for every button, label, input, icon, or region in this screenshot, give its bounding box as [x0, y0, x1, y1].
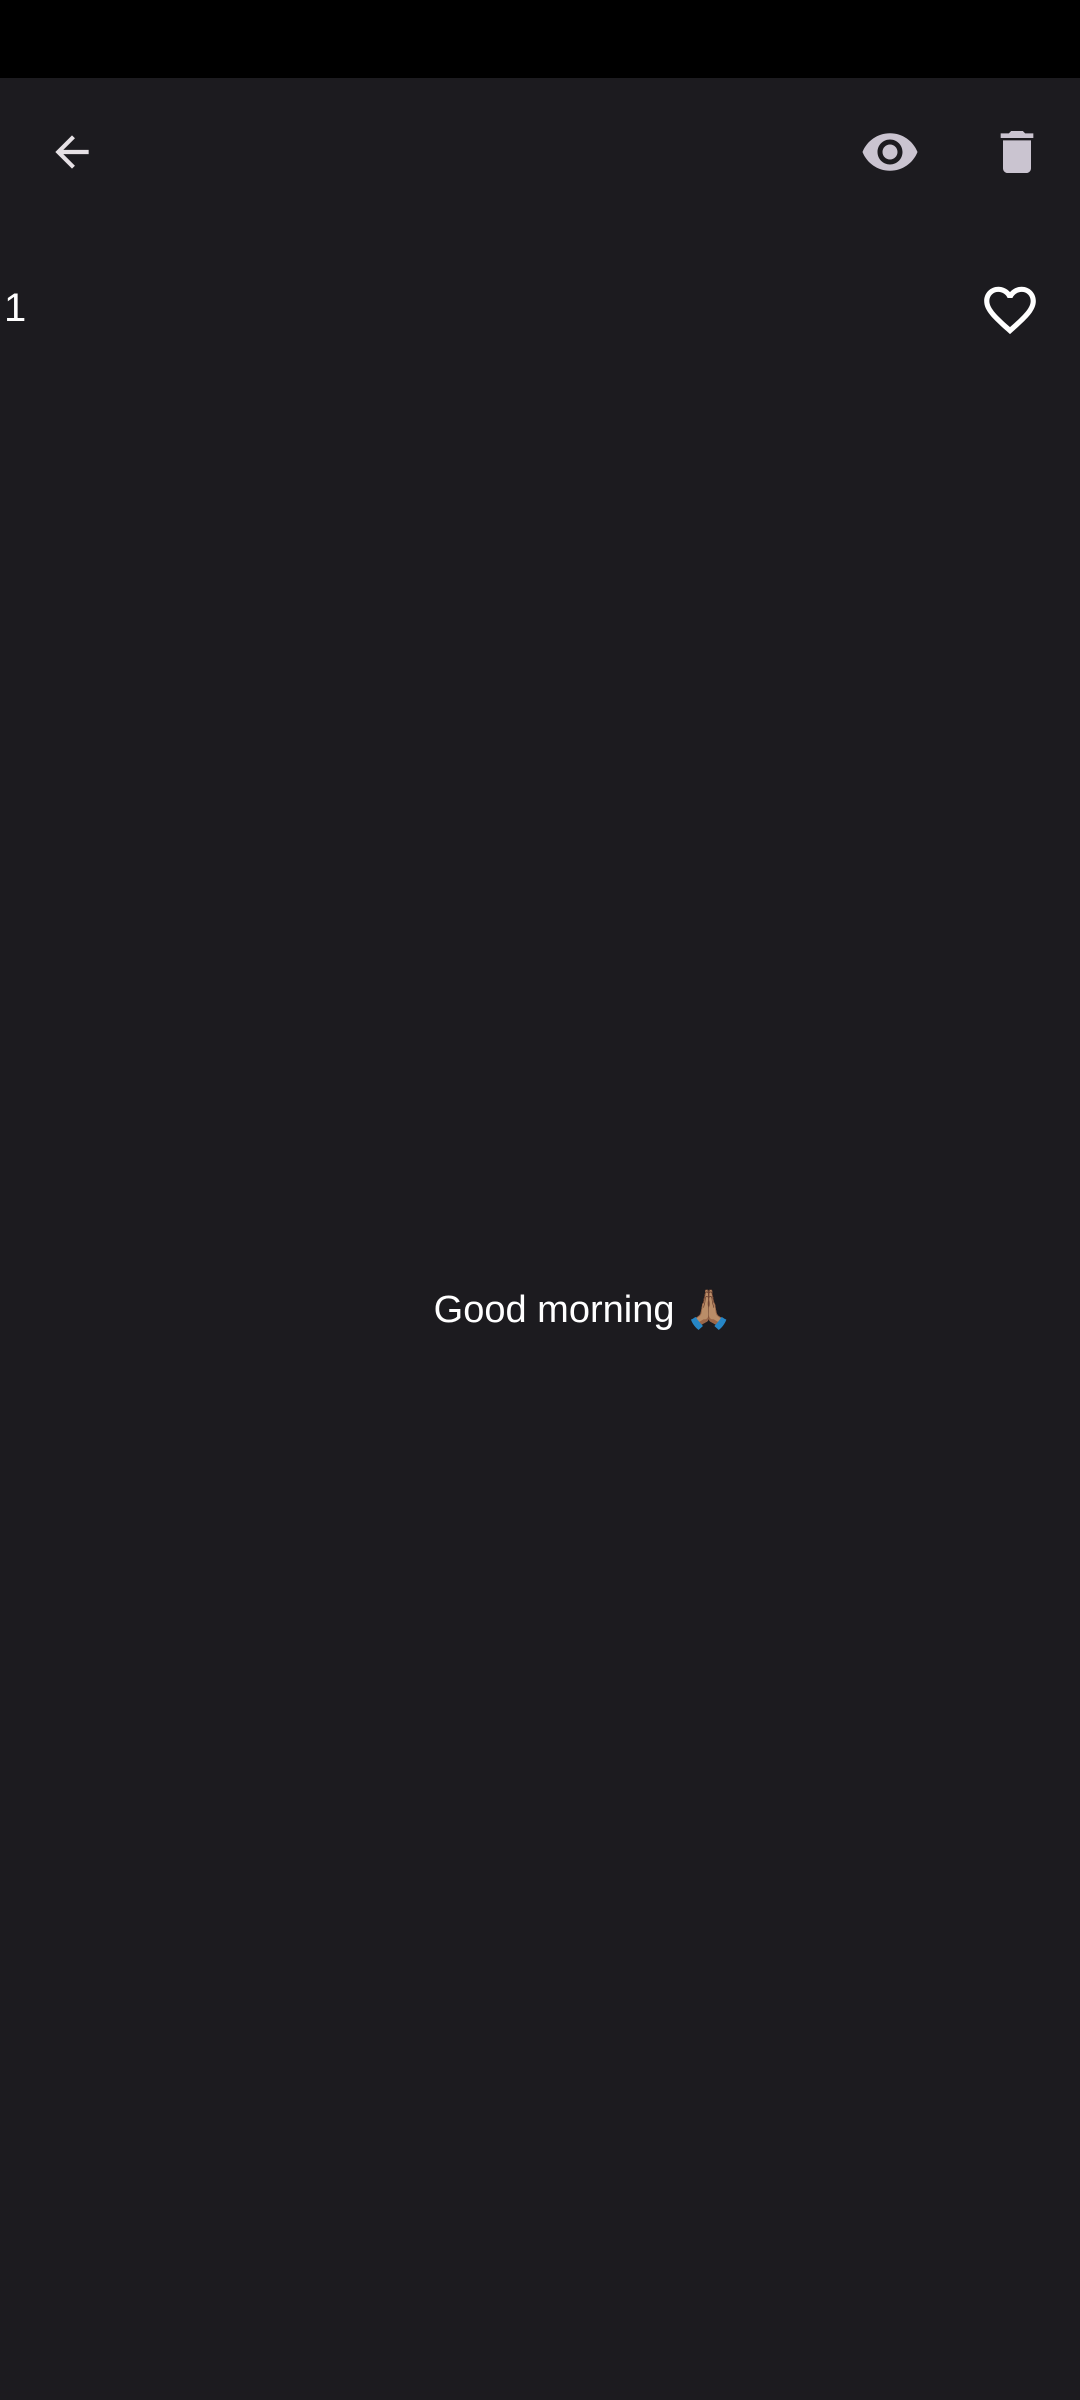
- trash-icon: [1000, 131, 1034, 173]
- view-button[interactable]: [842, 104, 938, 200]
- story-message: Good morning 🙏🏽: [433, 1289, 733, 1331]
- eye-icon: [862, 133, 918, 171]
- heart-outline-icon: [984, 286, 1036, 335]
- arrow-left-icon: [55, 135, 89, 169]
- view-count: 1: [4, 286, 27, 330]
- back-button[interactable]: [24, 104, 120, 200]
- like-button[interactable]: [962, 262, 1058, 358]
- story-info-row: 1: [0, 250, 1080, 370]
- top-app-bar: [0, 78, 1080, 226]
- story-viewer-screen: 1 Good morning 🙏🏽: [0, 0, 1080, 2400]
- delete-button[interactable]: [969, 104, 1065, 200]
- status-bar: [0, 0, 1080, 78]
